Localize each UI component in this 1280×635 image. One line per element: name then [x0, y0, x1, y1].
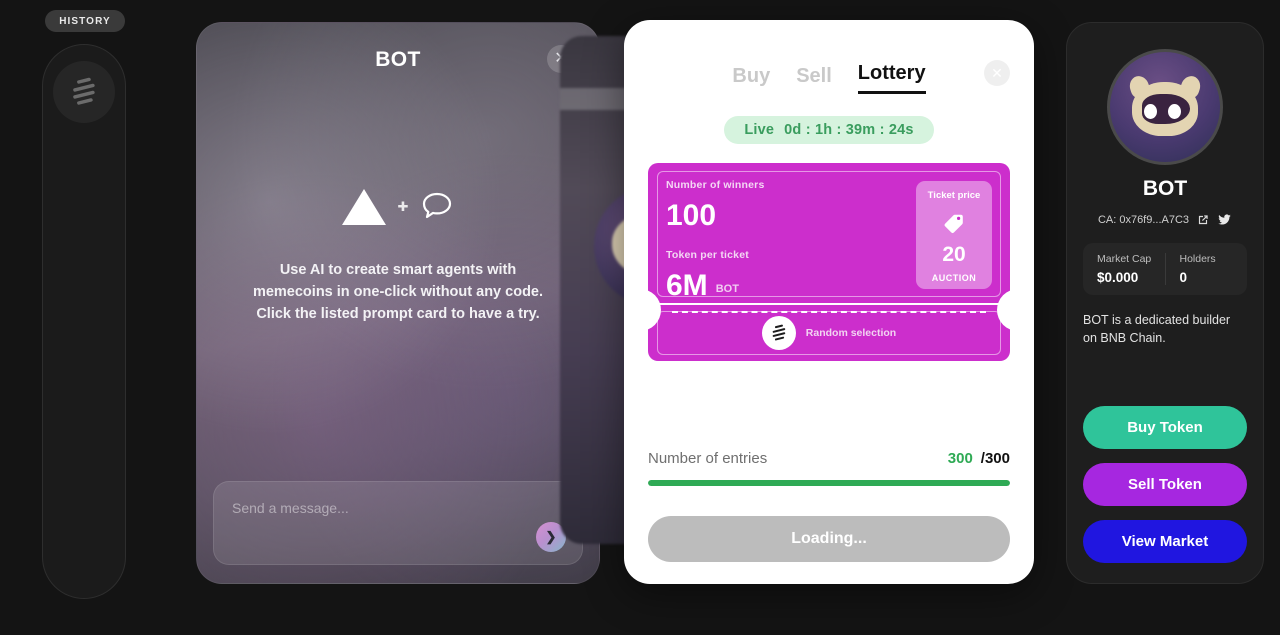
ticket-price-mode: AUCTION: [931, 273, 977, 283]
contract-address-row: CA: 0x76f9...A7C3: [1083, 212, 1247, 227]
tab-buy[interactable]: Buy: [732, 65, 770, 94]
message-input-placeholder[interactable]: Send a message...: [232, 500, 349, 516]
status-row: Live 0d : 1h : 39m : 24s: [624, 116, 1034, 144]
close-icon[interactable]: ✕: [984, 60, 1010, 86]
stripes-logo-glyph: [73, 77, 95, 105]
entries-max: /300: [981, 450, 1010, 467]
ticket-body: Number of winners 100 Token per ticket 6…: [648, 163, 1010, 303]
stat-label: Market Cap: [1097, 253, 1152, 265]
entries-counts: 300/300: [948, 450, 1010, 468]
contract-address: CA: 0x76f9...A7C3: [1097, 213, 1190, 226]
ticket-price-value: 20: [942, 243, 966, 266]
stripes-logo-icon: [761, 316, 796, 350]
history-pill[interactable]: HISTORY: [45, 10, 125, 32]
entries-row: Number of entries 300/300: [648, 450, 1010, 468]
ticket-price-box: Ticket price 20 AUCTION: [916, 181, 992, 289]
lottery-modal: Buy Sell Lottery ✕ Live 0d : 1h : 39m : …: [624, 20, 1034, 584]
token-per-ticket-value: 6M: [666, 269, 708, 302]
entries-progress-bar: [648, 480, 1010, 486]
chat-panel: BOT ✕ ✚ Use AI to create smart agents wi…: [196, 22, 600, 584]
plus-icon: ✚: [397, 199, 409, 214]
bot-ghost-avatar: [1107, 49, 1223, 165]
stat-market-cap: Market Cap $0.000: [1083, 253, 1165, 285]
status-countdown: 0d : 1h : 39m : 24s: [784, 122, 914, 138]
history-column[interactable]: [42, 44, 126, 599]
submit-button[interactable]: Loading...: [648, 516, 1010, 562]
stat-value: 0: [1179, 270, 1188, 285]
lottery-ticket[interactable]: Number of winners 100 Token per ticket 6…: [635, 163, 1023, 361]
entries-max-value: 300: [984, 450, 1010, 467]
sell-token-button[interactable]: Sell Token: [1083, 463, 1247, 506]
token-stats: Market Cap $0.000 Holders 0: [1083, 243, 1247, 295]
ticket-stub: Random selection: [648, 305, 1010, 361]
status-badge: Live 0d : 1h : 39m : 24s: [724, 116, 934, 144]
token-description: BOT is a dedicated builder on BNB Chain.: [1083, 313, 1231, 345]
stat-label: Holders: [1179, 253, 1216, 265]
token-symbol: BOT: [715, 283, 739, 295]
avatar-eye-right: [1168, 104, 1181, 119]
chat-header: BOT ✕: [197, 23, 599, 97]
avatar-eye-left: [1144, 104, 1157, 119]
ticket-perforation: [672, 311, 986, 313]
empty-state-text: Use AI to create smart agents with memec…: [252, 262, 544, 322]
ticket-price-label: Ticket price: [927, 190, 981, 201]
external-link-icon[interactable]: [1196, 213, 1210, 227]
view-market-button[interactable]: View Market: [1083, 520, 1247, 563]
token-actions: Buy Token Sell Token View Market: [1083, 406, 1247, 563]
price-tag-icon: [944, 214, 963, 233]
modal-tabs: Buy Sell Lottery: [624, 20, 1034, 94]
tab-sell[interactable]: Sell: [796, 65, 832, 94]
stub-text: Random selection: [805, 327, 897, 339]
triangle-icon: [341, 189, 386, 225]
stub-content: Random selection: [761, 316, 897, 350]
stat-holders: Holders 0: [1164, 253, 1248, 285]
chat-composer[interactable]: Send a message... ❯: [213, 481, 583, 565]
stat-value: $0.000: [1097, 270, 1139, 285]
entries-progress-fill: [648, 480, 1010, 486]
token-panel: BOT CA: 0x76f9...A7C3 Market Cap $0.000 …: [1066, 22, 1264, 584]
chat-title: BOT: [375, 48, 421, 71]
twitter-icon[interactable]: [1217, 212, 1232, 227]
token-name: BOT: [1142, 177, 1188, 200]
entries-label: Number of entries: [648, 450, 768, 467]
empty-state-icons: ✚: [341, 189, 455, 225]
chat-bubble-icon: [423, 192, 452, 219]
stripes-logo-icon[interactable]: [53, 61, 115, 123]
entries-section: Number of entries 300/300: [648, 450, 1010, 486]
app-root: HISTORY BOT ✕ ✚: [0, 0, 1280, 635]
entries-current: 300: [947, 450, 973, 467]
buy-token-button[interactable]: Buy Token: [1083, 406, 1247, 449]
stripes-logo-glyph: [772, 324, 786, 341]
status-state: Live: [744, 122, 775, 138]
tab-lottery[interactable]: Lottery: [857, 62, 926, 94]
chat-empty-state: ✚ Use AI to create smart agents with mem…: [197, 189, 599, 325]
history-rail: HISTORY: [42, 10, 128, 599]
